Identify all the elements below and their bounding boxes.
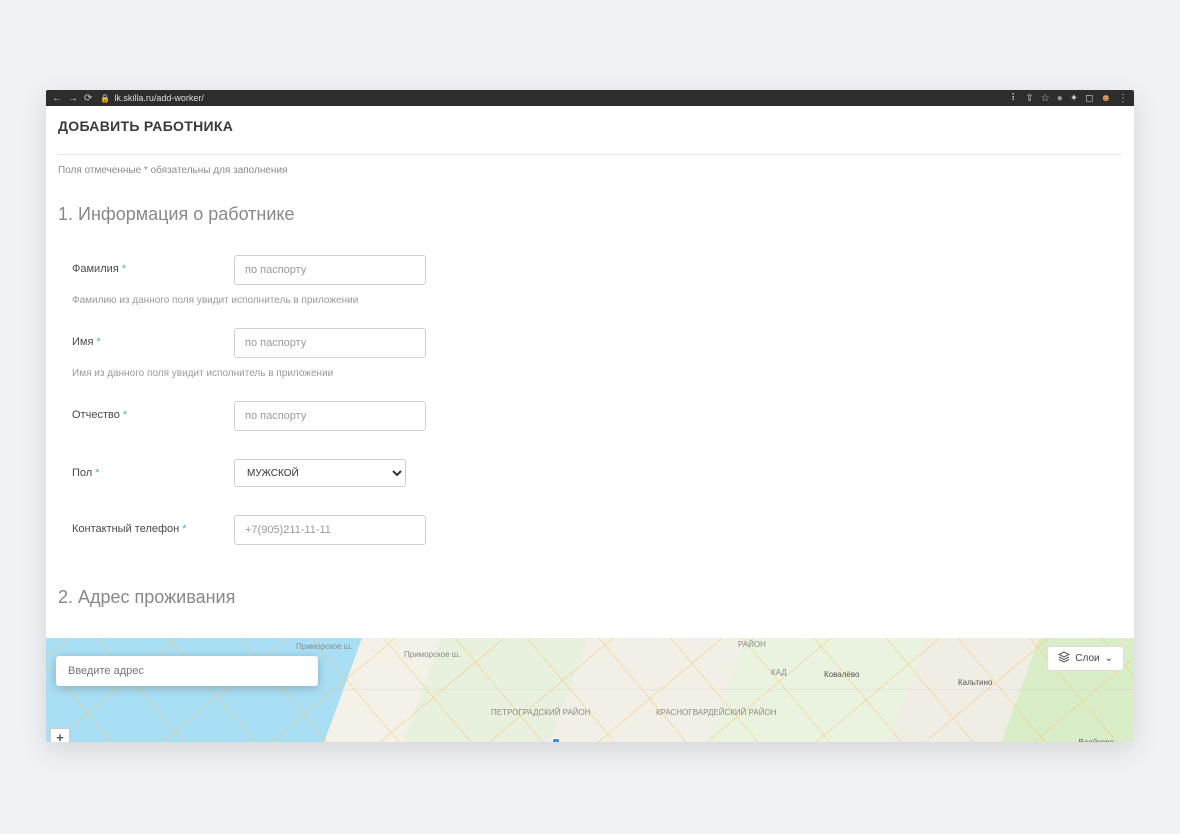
surname-helper: Фамилию из данного поля увидит исполните… xyxy=(58,295,1122,306)
chevron-down-icon: ⌄ xyxy=(1105,653,1113,664)
name-label: Имя * xyxy=(72,328,234,348)
nav-reload-icon[interactable]: ⟳ xyxy=(84,93,92,104)
surname-label: Фамилия * xyxy=(72,255,234,275)
required-note: Поля отмеченные * обязательны для заполн… xyxy=(58,165,1122,176)
nav-back-icon[interactable]: ← xyxy=(52,93,62,104)
patronymic-label: Отчество * xyxy=(72,401,234,421)
page-title: ДОБАВИТЬ РАБОТНИКА xyxy=(58,118,1122,144)
map-label: Ковалёво xyxy=(824,670,859,679)
section-1-heading: 1. Информация о работнике xyxy=(58,204,1122,225)
browser-chrome: ← → ⟳ 🔒 lk.skilla.ru/add-worker/ ⠇ ⇪ ☆ ●… xyxy=(46,90,1134,106)
map-label: Приморское ш. xyxy=(296,642,352,651)
surname-input[interactable] xyxy=(234,255,426,285)
map-label: Приморское ш. xyxy=(404,650,460,659)
star-icon[interactable]: ☆ xyxy=(1041,93,1050,104)
gender-label: Пол * xyxy=(72,459,234,479)
name-input[interactable] xyxy=(234,328,426,358)
address-input[interactable] xyxy=(56,656,318,686)
map-label: Воейково xyxy=(1079,738,1114,742)
map-container[interactable]: Приморское ш. Приморское ш. РАЙОН ПЕТРОГ… xyxy=(46,638,1134,742)
window-icon[interactable]: ◻ xyxy=(1085,93,1093,104)
gender-select[interactable]: МУЖСКОЙ xyxy=(234,459,406,487)
menu-icon[interactable]: ⋮ xyxy=(1118,93,1128,104)
avatar-icon[interactable]: ☻ xyxy=(1100,93,1111,104)
map-label: Кальтино xyxy=(958,678,992,687)
profile-icon[interactable]: ● xyxy=(1057,93,1063,104)
name-helper: Имя из данного поля увидит исполнитель в… xyxy=(58,368,1122,379)
divider xyxy=(58,154,1122,155)
nav-forward-icon[interactable]: → xyxy=(68,93,78,104)
lock-icon: 🔒 xyxy=(100,94,110,103)
layers-button[interactable]: Слои ⌄ xyxy=(1047,646,1124,671)
section-2-heading: 2. Адрес проживания xyxy=(58,587,1122,608)
map-label: КАД xyxy=(771,668,787,677)
map-label: ПЕТРОГРАДСКИЙ РАЙОН xyxy=(491,708,591,717)
patronymic-input[interactable] xyxy=(234,401,426,431)
zoom-in-button[interactable]: + xyxy=(50,728,70,742)
phone-input[interactable] xyxy=(234,515,426,545)
translate-icon[interactable]: ⠇ xyxy=(1011,93,1018,104)
map-roads xyxy=(46,638,1134,742)
layers-label: Слои xyxy=(1075,653,1099,664)
metro-marker-icon xyxy=(552,738,560,742)
url-text: lk.skilla.ru/add-worker/ xyxy=(114,93,204,103)
phone-label: Контактный телефон * xyxy=(72,515,234,535)
map-label: КРАСНОГВАРДЕЙСКИЙ РАЙОН xyxy=(656,708,777,717)
layers-icon xyxy=(1058,651,1070,666)
map-label: РАЙОН xyxy=(738,640,766,649)
extensions-icon[interactable]: ✦ xyxy=(1070,93,1078,104)
share-icon[interactable]: ⇪ xyxy=(1025,93,1033,104)
